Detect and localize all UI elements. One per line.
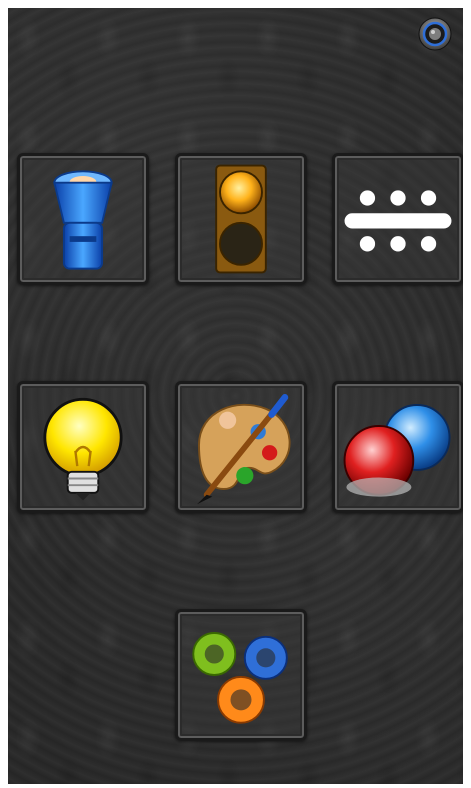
light-bulb-icon <box>43 397 123 501</box>
power-button[interactable] <box>418 17 452 51</box>
tile-flashlight[interactable] <box>17 153 149 285</box>
tile-settings[interactable] <box>175 609 307 741</box>
app-screen <box>8 8 463 784</box>
traffic-light-icon <box>215 164 267 274</box>
tile-color-palette[interactable] <box>175 381 307 513</box>
tile-light-bulb[interactable] <box>17 381 149 513</box>
tile-morse-code[interactable] <box>332 153 463 285</box>
tile-police-lights[interactable] <box>332 381 463 513</box>
power-icon <box>418 17 452 51</box>
flashlight-icon <box>53 170 113 270</box>
morse-code-icon <box>344 190 452 252</box>
tile-traffic-light[interactable] <box>175 153 307 285</box>
paint-palette-icon <box>197 394 291 505</box>
police-lights-icon <box>343 404 451 497</box>
gears-icon <box>192 632 288 724</box>
